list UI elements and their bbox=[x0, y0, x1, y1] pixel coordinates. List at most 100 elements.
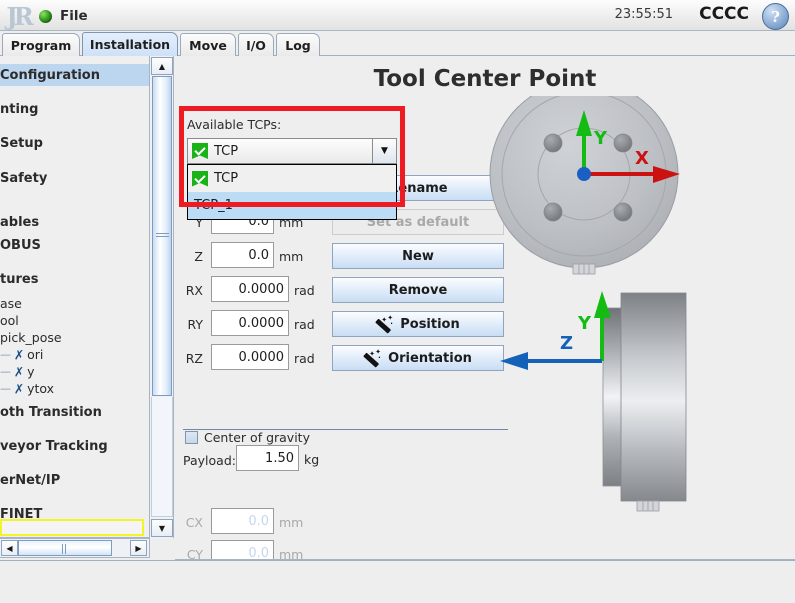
help-icon[interactable]: ? bbox=[762, 3, 789, 30]
field-input-rx[interactable]: 0.0000 bbox=[211, 276, 289, 302]
cog-input-cy: 0.0 bbox=[211, 540, 274, 559]
cog-input-cx: 0.0 bbox=[211, 508, 274, 534]
sidebar-item-tures[interactable]: tures bbox=[0, 268, 149, 290]
sidebar-leaf-ytox[interactable]: — ✗ ytox bbox=[0, 380, 149, 397]
sidebar-item-ernet-ip[interactable]: erNet/IP bbox=[0, 469, 149, 491]
payload-input[interactable]: 1.50 bbox=[236, 445, 299, 471]
field-unit-z: mm bbox=[279, 249, 304, 264]
center-of-gravity-checkbox[interactable] bbox=[185, 431, 198, 444]
field-input-z[interactable]: 0.0 bbox=[211, 242, 274, 268]
application-window: JR File 23:55:51 CCCC ? Program Installat… bbox=[0, 0, 795, 603]
button-label: Position bbox=[400, 316, 460, 332]
sidebar-item-ables[interactable]: ables bbox=[0, 211, 149, 233]
scroll-right-button[interactable]: ▶ bbox=[130, 540, 147, 556]
sidebar-subitem-ase[interactable]: ase bbox=[0, 295, 149, 312]
axis-y-side-label: Y bbox=[577, 313, 592, 334]
tab-i-o[interactable]: I/O bbox=[238, 33, 274, 56]
clock-label: 23:55:51 bbox=[614, 7, 673, 22]
cog-unit-cx: mm bbox=[279, 515, 304, 530]
tab-bar: Program Installation Move I/O Log bbox=[0, 31, 795, 56]
feature-x-icon: ✗ bbox=[14, 380, 25, 397]
button-label: New bbox=[402, 248, 434, 264]
field-label-rx: RX bbox=[185, 283, 203, 298]
sidebar-leaf-label: ori bbox=[27, 347, 44, 362]
tcp-origin-point-front bbox=[577, 167, 591, 181]
feature-x-icon: ✗ bbox=[14, 346, 25, 363]
robot-name-label: CCCC bbox=[699, 4, 749, 24]
field-input-rz[interactable]: 0.0000 bbox=[211, 344, 289, 370]
triangle-left-icon: ◀ bbox=[6, 543, 13, 553]
axis-z-side-label: Z bbox=[560, 333, 573, 354]
scroll-thumb-grip bbox=[156, 233, 169, 239]
sidebar-vertical-scrollbar[interactable]: ▲ ▼ bbox=[150, 56, 174, 538]
sidebar-subitem-ool[interactable]: ool bbox=[0, 312, 149, 329]
sidebar-item-safety[interactable]: Safety bbox=[0, 167, 149, 189]
tcp-combo-selected-label: TCP bbox=[214, 143, 239, 159]
field-label-ry: RY bbox=[187, 317, 203, 332]
available-tcps-label: Available TCPs: bbox=[187, 117, 282, 132]
title-bar: JR File 23:55:51 CCCC ? bbox=[0, 0, 795, 31]
bottom-status-strip bbox=[0, 560, 795, 603]
sidebar-item-obus[interactable]: OBUS bbox=[0, 234, 149, 256]
sidebar-highlight-field[interactable] bbox=[0, 519, 144, 536]
sidebar-item-nting[interactable]: nting bbox=[0, 98, 149, 120]
feature-x-icon: ✗ bbox=[14, 363, 25, 380]
triangle-down-icon: ▼ bbox=[158, 523, 166, 533]
field-unit-ry: rad bbox=[294, 317, 315, 332]
tree-branch-icon: — bbox=[0, 382, 11, 395]
triangle-up-icon: ▲ bbox=[158, 61, 166, 71]
axis-y-front-label: Y bbox=[593, 128, 608, 149]
sidebar-leaf-label: ytox bbox=[27, 381, 55, 396]
tab-installation[interactable]: Installation bbox=[82, 32, 178, 56]
sidebar-item-configuration[interactable]: Configuration bbox=[0, 64, 149, 86]
green-orb-icon bbox=[39, 9, 52, 23]
center-of-gravity-label: Center of gravity bbox=[204, 430, 310, 445]
ur-logo-icon: JR bbox=[6, 1, 33, 31]
field-input-ry[interactable]: 0.0000 bbox=[211, 310, 289, 336]
sidebar-leaf-label: y bbox=[27, 364, 35, 379]
tcp-combo-box[interactable]: TCP ▼ bbox=[187, 138, 397, 164]
sidebar-leaf-y[interactable]: — ✗ y bbox=[0, 363, 149, 380]
tree-branch-icon: — bbox=[0, 365, 11, 378]
dropdown-option-label: TCP_1 bbox=[194, 198, 233, 213]
green-check-flag-icon bbox=[192, 170, 208, 187]
button-label: Rename bbox=[388, 180, 448, 196]
tree-branch-icon: — bbox=[0, 348, 11, 361]
axis-x-front-label: X bbox=[635, 148, 649, 169]
scroll-thumb-vertical[interactable] bbox=[152, 76, 172, 396]
magic-wand-icon: ✦ ✦ · bbox=[363, 349, 382, 368]
sidebar-subitem-pick_pose[interactable]: pick_pose bbox=[0, 329, 149, 346]
green-check-flag-icon bbox=[192, 143, 208, 159]
scroll-thumb-grip-h bbox=[62, 544, 68, 554]
sidebar-leaf-ori[interactable]: — ✗ ori bbox=[0, 346, 149, 363]
tcp-diagram: Y X Y Z bbox=[475, 79, 790, 556]
file-menu-button[interactable]: File bbox=[33, 4, 94, 28]
scroll-down-button[interactable]: ▼ bbox=[151, 519, 173, 537]
dropdown-option-tcp[interactable]: TCP bbox=[188, 165, 396, 192]
tcp-dropdown-list[interactable]: TCP TCP_1 bbox=[187, 164, 397, 220]
sidebar-horizontal-scrollbar[interactable]: ◀ ▶ bbox=[0, 538, 150, 558]
field-unit-rx: rad bbox=[294, 283, 315, 298]
sidebar-item-oth-transition[interactable]: oth Transition bbox=[0, 401, 149, 423]
dropdown-option-label: TCP bbox=[214, 171, 239, 186]
main-panel: Tool Center Point Available TCPs: TCP ▼ … bbox=[175, 56, 795, 560]
chevron-down-icon[interactable]: ▼ bbox=[372, 139, 396, 163]
scroll-left-button[interactable]: ◀ bbox=[1, 540, 18, 556]
cog-unit-cy: mm bbox=[279, 547, 304, 560]
button-label: Remove bbox=[388, 282, 448, 298]
sidebar-item-veyor-tracking[interactable]: veyor Tracking bbox=[0, 435, 149, 457]
scroll-track-lower[interactable] bbox=[151, 397, 173, 517]
field-label-z: Z bbox=[194, 249, 203, 264]
scroll-up-button[interactable]: ▲ bbox=[151, 57, 173, 75]
magic-wand-icon: ✦ ✦ · bbox=[375, 315, 394, 334]
field-label-rz: RZ bbox=[185, 351, 203, 366]
scroll-thumb-horizontal[interactable] bbox=[18, 540, 112, 556]
field-unit-rz: rad bbox=[294, 351, 315, 366]
tab-program[interactable]: Program bbox=[2, 33, 80, 56]
dropdown-option-tcp_1[interactable]: TCP_1 bbox=[188, 192, 396, 219]
tab-log[interactable]: Log bbox=[276, 33, 320, 56]
cog-label-cx: CX bbox=[185, 515, 203, 530]
tab-move[interactable]: Move bbox=[180, 33, 236, 56]
flange-side-view bbox=[602, 292, 687, 512]
sidebar-item-setup[interactable]: Setup bbox=[0, 132, 149, 154]
